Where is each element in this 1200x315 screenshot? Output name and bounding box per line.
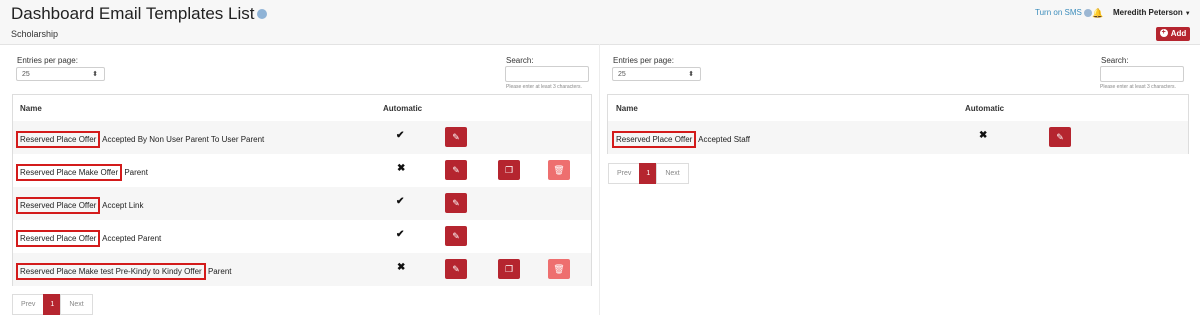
name-remainder: Parent xyxy=(205,267,232,276)
sms-link-label: Turn on SMS xyxy=(1035,8,1082,17)
entries-per-page-select[interactable]: 25 ⬍ xyxy=(16,67,105,81)
entries-per-page-label: Entries per page: xyxy=(613,56,674,65)
delete-button[interactable]: 🗑 xyxy=(548,259,570,279)
automatic-cross-icon: ✖ xyxy=(397,163,406,174)
panel-divider xyxy=(599,44,600,315)
table-row: Reserved Place Make Offer Parent ✖ ✎ ❐ 🗑 xyxy=(13,154,591,188)
template-name: Reserved Place Make test Pre-Kindy to Ki… xyxy=(16,263,232,280)
pagination-right: Prev 1 Next xyxy=(608,163,689,184)
trash-icon: 🗑 xyxy=(553,264,565,274)
bell-icon[interactable]: 🔔 xyxy=(1092,8,1103,19)
search-hint: Please enter at least 3 characters. xyxy=(1100,84,1176,90)
name-remainder: Parent xyxy=(122,168,148,177)
edit-icon: ✎ xyxy=(452,264,460,274)
template-name: Reserved Place Offer Accepted By Non Use… xyxy=(16,131,265,148)
table-header: Name Automatic xyxy=(13,95,591,122)
edit-icon: ✎ xyxy=(1056,132,1064,142)
edit-button[interactable]: ✎ xyxy=(445,259,467,279)
highlighted-name-part: Reserved Place Offer xyxy=(16,131,101,148)
template-name: Reserved Place Offer Accept Link xyxy=(16,197,144,214)
edit-icon: ✎ xyxy=(452,165,460,175)
entries-per-page-value: 25 xyxy=(618,71,626,78)
page-title-text: Dashboard Email Templates List xyxy=(11,4,255,23)
templates-table-left: Name Automatic Reserved Place Offer Acce… xyxy=(12,94,592,286)
search-input[interactable] xyxy=(505,66,589,82)
edit-button[interactable]: ✎ xyxy=(445,160,467,180)
automatic-cross-icon: ✖ xyxy=(979,130,988,141)
select-arrows-icon: ⬍ xyxy=(92,71,98,78)
table-header: Name Automatic xyxy=(608,95,1188,122)
add-button[interactable]: + Add xyxy=(1156,27,1190,41)
entries-per-page-value: 25 xyxy=(22,71,30,78)
prev-page-button[interactable]: Prev xyxy=(12,294,45,315)
search-label: Search: xyxy=(506,56,534,65)
caret-down-icon: ▼ xyxy=(1184,11,1191,17)
pagination-left: Prev 1 Next xyxy=(12,294,93,315)
copy-button[interactable]: ❐ xyxy=(498,259,520,279)
edit-icon: ✎ xyxy=(452,231,460,241)
page-1-button[interactable]: 1 xyxy=(639,163,658,184)
page-1-button[interactable]: 1 xyxy=(43,294,62,315)
column-header-name: Name xyxy=(616,104,638,113)
top-bar: Dashboard Email Templates List Scholarsh… xyxy=(0,0,1200,45)
next-page-button[interactable]: Next xyxy=(656,163,689,184)
select-arrows-icon: ⬍ xyxy=(688,71,694,78)
add-button-label: Add xyxy=(1170,29,1187,38)
automatic-check-icon: ✔ xyxy=(396,229,405,240)
table-row: Reserved Place Offer Accept Link ✔ ✎ xyxy=(13,187,591,221)
template-name: Reserved Place Offer Accepted Parent xyxy=(16,230,162,247)
page-subtitle: Scholarship xyxy=(11,29,59,39)
entries-per-page-label: Entries per page: xyxy=(17,56,78,65)
edit-button[interactable]: ✎ xyxy=(1049,127,1071,147)
copy-button[interactable]: ❐ xyxy=(498,160,520,180)
edit-icon: ✎ xyxy=(452,198,460,208)
templates-table-right: Name Automatic Reserved Place Offer Acce… xyxy=(607,94,1189,154)
column-header-name: Name xyxy=(20,104,42,113)
template-name: Reserved Place Make Offer Parent xyxy=(16,164,148,181)
name-remainder: Accepted Parent xyxy=(100,234,162,243)
copy-icon: ❐ xyxy=(504,165,514,175)
highlighted-name-part: Reserved Place Make test Pre-Kindy to Ki… xyxy=(16,263,206,280)
automatic-check-icon: ✔ xyxy=(396,196,405,207)
plus-circle-icon: + xyxy=(1159,28,1168,37)
search-input[interactable] xyxy=(1100,66,1184,82)
column-header-automatic: Automatic xyxy=(383,104,423,113)
table-row: Reserved Place Offer Accepted Parent ✔ ✎ xyxy=(13,220,591,254)
question-circle-icon xyxy=(1083,8,1092,17)
edit-button[interactable]: ✎ xyxy=(445,127,467,147)
highlighted-name-part: Reserved Place Offer xyxy=(16,230,101,247)
highlighted-name-part: Reserved Place Offer xyxy=(16,197,101,214)
highlighted-name-part: Reserved Place Make Offer xyxy=(16,164,123,181)
copy-icon: ❐ xyxy=(504,264,514,274)
name-remainder: Accept Link xyxy=(100,201,144,210)
column-header-automatic: Automatic xyxy=(965,104,1005,113)
table-row: Reserved Place Offer Accepted Staff ✖ ✎ xyxy=(608,121,1188,154)
user-name: Meredith Peterson xyxy=(1113,8,1183,17)
table-row: Reserved Place Make test Pre-Kindy to Ki… xyxy=(13,253,591,286)
highlighted-name-part: Reserved Place Offer xyxy=(612,131,697,148)
entries-per-page-select[interactable]: 25 ⬍ xyxy=(612,67,701,81)
next-page-button[interactable]: Next xyxy=(60,294,93,315)
turn-on-sms-link[interactable]: Turn on SMS xyxy=(1035,8,1092,17)
table-row: Reserved Place Offer Accepted By Non Use… xyxy=(13,121,591,155)
name-remainder: Accepted By Non User Parent To User Pare… xyxy=(100,135,265,144)
search-hint: Please enter at least 3 characters. xyxy=(506,84,582,90)
name-remainder: Accepted Staff xyxy=(696,135,751,144)
trash-icon: 🗑 xyxy=(553,165,565,175)
automatic-check-icon: ✔ xyxy=(396,130,405,141)
edit-icon: ✎ xyxy=(452,132,460,142)
search-label: Search: xyxy=(1101,56,1129,65)
prev-page-button[interactable]: Prev xyxy=(608,163,641,184)
automatic-cross-icon: ✖ xyxy=(397,262,406,273)
user-menu[interactable]: Meredith Peterson ▼ xyxy=(1113,8,1191,17)
delete-button[interactable]: 🗑 xyxy=(548,160,570,180)
template-name: Reserved Place Offer Accepted Staff xyxy=(612,131,751,148)
edit-button[interactable]: ✎ xyxy=(445,226,467,246)
edit-button[interactable]: ✎ xyxy=(445,193,467,213)
page-title: Dashboard Email Templates List xyxy=(11,4,268,24)
question-circle-icon[interactable] xyxy=(257,8,268,19)
